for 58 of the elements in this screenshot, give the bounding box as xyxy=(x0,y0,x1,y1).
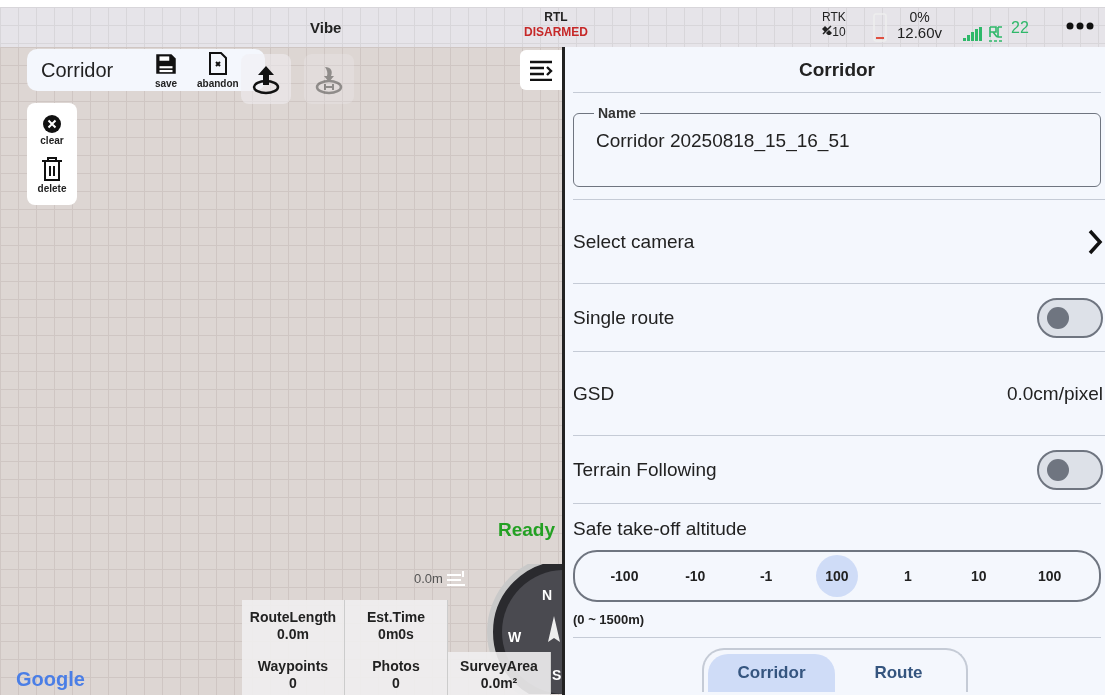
setting-label: Single route xyxy=(573,306,675,329)
setting-label: Terrain Following xyxy=(573,458,717,481)
stat-value: 0 xyxy=(289,674,297,692)
satellite-icon xyxy=(822,25,833,35)
mission-type-title: Corridor xyxy=(41,58,115,82)
setting-label: GSD xyxy=(573,382,615,405)
menu-button[interactable] xyxy=(520,50,562,90)
stat-label: Waypoints xyxy=(257,657,329,675)
name-input[interactable]: Corridor 20250818_15_16_51 xyxy=(594,129,1080,153)
mode-tab[interactable]: Corridor xyxy=(708,654,835,692)
field-label: Name xyxy=(597,105,638,121)
setting-value: 0.0cm/pixel xyxy=(1006,382,1103,405)
step-option[interactable]: -1 xyxy=(745,555,788,597)
save-button[interactable]: save xyxy=(153,51,179,89)
flight-mode: RTL xyxy=(544,10,568,25)
step-option[interactable]: 100 xyxy=(816,555,858,597)
setting-label: Safe take-off altitude xyxy=(573,518,748,540)
step-option[interactable]: -100 xyxy=(603,555,646,597)
altitude-reading: 0.0m xyxy=(414,570,443,586)
panel-title: Corridor xyxy=(573,47,1101,93)
close-icon xyxy=(42,114,62,134)
more-options-icon[interactable] xyxy=(1066,22,1094,30)
altitude-range: (0 ~ 1500m) xyxy=(573,612,646,627)
rc-signal-count: 22 xyxy=(1011,19,1029,37)
altitude-icon xyxy=(444,569,467,587)
trash-icon xyxy=(40,156,64,182)
stat-label: RouteLength xyxy=(249,609,337,626)
step-option[interactable]: 1 xyxy=(886,555,929,597)
battery-voltage: 12.60v xyxy=(897,25,943,40)
satellite-count: 10 xyxy=(832,25,846,40)
arm-state: DISARMED xyxy=(524,25,588,40)
stat-label: Est.Time xyxy=(366,609,426,626)
map-attribution: Google xyxy=(16,668,85,691)
step-option[interactable]: 10 xyxy=(957,555,1000,597)
name-field[interactable]: Name Corridor 20250818_15_16_51 xyxy=(573,105,1101,187)
step-option[interactable]: -10 xyxy=(674,555,717,597)
select-camera-label: Select camera xyxy=(573,230,695,253)
signal-bars-icon xyxy=(963,27,983,41)
menu-icon xyxy=(528,59,554,81)
upload-map-button[interactable] xyxy=(241,54,291,104)
toggle-switch[interactable] xyxy=(1037,449,1103,490)
remote-controller-icon xyxy=(988,25,1004,43)
battery-icon xyxy=(873,12,887,42)
stat-label: Photos xyxy=(372,657,420,675)
vehicle-name: Vibe xyxy=(310,19,342,36)
abandon-button[interactable]: abandon xyxy=(197,51,239,89)
status-text: Ready xyxy=(498,519,556,541)
stat-value: 0.0m xyxy=(277,626,309,643)
mode-tab[interactable]: Route xyxy=(835,654,962,692)
battery-percent: 0% xyxy=(909,10,930,25)
stat-value: 0m0s xyxy=(378,626,414,643)
clear-button[interactable]: clear xyxy=(40,114,64,146)
chevron-right-icon[interactable] xyxy=(1087,227,1103,256)
toggle-switch[interactable] xyxy=(1037,297,1103,338)
step-option[interactable]: 100 xyxy=(1028,555,1071,597)
stat-value: 0 xyxy=(392,674,400,692)
gps-label: RTK xyxy=(822,10,846,25)
delete-button[interactable]: delete xyxy=(37,156,67,194)
